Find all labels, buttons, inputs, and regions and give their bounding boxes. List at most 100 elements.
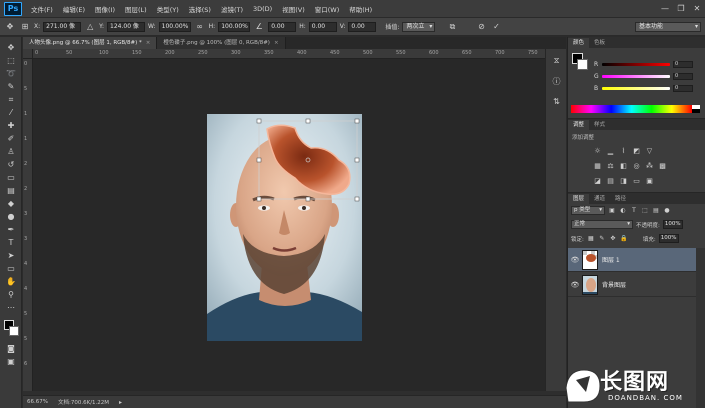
- shape-tool-icon[interactable]: ▭: [0, 262, 22, 275]
- layer-row[interactable]: 👁 图层 1: [568, 248, 696, 272]
- status-menu-icon[interactable]: ▸: [119, 399, 122, 406]
- close-tab-icon[interactable]: ×: [146, 40, 151, 46]
- width-field[interactable]: 100.00%: [158, 21, 191, 32]
- link-icon[interactable]: ∞: [194, 21, 206, 33]
- move-tool-icon[interactable]: ✥: [0, 41, 22, 54]
- warp-icon[interactable]: ⧉: [446, 21, 458, 33]
- levels-icon[interactable]: ▁: [605, 145, 616, 156]
- lock-all-icon[interactable]: 🔒: [620, 235, 628, 242]
- path-select-tool-icon[interactable]: ➤: [0, 249, 22, 262]
- more-tools-icon[interactable]: ⋯: [0, 301, 22, 314]
- tab-portrait[interactable]: 人物头像.png @ 66.7% (图层 1, RGB/8#) * ×: [23, 37, 158, 49]
- h-skew-field[interactable]: 0.00: [308, 21, 337, 32]
- visibility-eye-icon[interactable]: 👁: [568, 281, 582, 289]
- marquee-tool-icon[interactable]: ⬚: [0, 54, 22, 67]
- color-lookup-icon[interactable]: ▩: [657, 160, 668, 171]
- black-white-swatch[interactable]: [692, 105, 700, 113]
- y-field[interactable]: 124.00 像: [107, 21, 146, 32]
- curves-icon[interactable]: ⌇: [618, 145, 629, 156]
- quick-mask-icon[interactable]: ◙: [0, 342, 22, 355]
- layer-name[interactable]: 图层 1: [602, 255, 620, 264]
- hue-saturation-icon[interactable]: ▦: [592, 160, 603, 171]
- menu-view[interactable]: 视图(V): [277, 4, 310, 14]
- tab-paths[interactable]: 路径: [610, 194, 631, 204]
- lock-pixels-icon[interactable]: ✎: [598, 235, 606, 242]
- filter-type-icon[interactable]: T: [630, 206, 638, 215]
- lock-position-icon[interactable]: ✥: [609, 235, 617, 242]
- height-field[interactable]: 100.00%: [218, 21, 251, 32]
- minimize-button[interactable]: —: [657, 2, 673, 16]
- green-slider[interactable]: [602, 74, 670, 78]
- document-canvas[interactable]: [207, 114, 362, 341]
- tab-channels[interactable]: 通道: [589, 194, 610, 204]
- menu-window[interactable]: 窗口(W): [310, 4, 345, 14]
- menu-help[interactable]: 帮助(H): [344, 4, 377, 14]
- fill-field[interactable]: 100%: [658, 234, 679, 243]
- layer-name[interactable]: 背景图层: [602, 280, 626, 289]
- zoom-tool-icon[interactable]: ⚲: [0, 288, 22, 301]
- background-color-swatch[interactable]: [9, 326, 19, 336]
- color-spectrum[interactable]: [571, 105, 692, 113]
- properties-panel-icon[interactable]: ⇅: [546, 93, 567, 109]
- info-panel-icon[interactable]: ⓘ: [546, 73, 567, 89]
- cancel-transform-icon[interactable]: ⊘: [475, 21, 487, 33]
- red-value-field[interactable]: 0: [673, 60, 693, 68]
- blur-tool-icon[interactable]: ◆: [0, 197, 22, 210]
- dodge-tool-icon[interactable]: ●: [0, 210, 22, 223]
- filter-shape-icon[interactable]: ⬚: [641, 206, 649, 215]
- canvas-area[interactable]: [33, 59, 566, 391]
- close-tab-icon[interactable]: ×: [274, 40, 279, 46]
- pen-tool-icon[interactable]: ✒: [0, 223, 22, 236]
- interpolation-select[interactable]: 两次立: [402, 21, 436, 32]
- selective-color-icon[interactable]: ▣: [644, 175, 655, 186]
- eyedropper-tool-icon[interactable]: ⁄: [0, 106, 22, 119]
- gradient-tool-icon[interactable]: ▤: [0, 184, 22, 197]
- layer-row[interactable]: 👁 背景图层: [568, 273, 696, 297]
- menu-type[interactable]: 类型(Y): [152, 4, 184, 14]
- black-white-icon[interactable]: ◧: [618, 160, 629, 171]
- blue-slider[interactable]: [602, 86, 670, 90]
- workspace-select[interactable]: 基本功能: [635, 22, 701, 32]
- move-tool-preset-icon[interactable]: ✥: [4, 21, 16, 33]
- gradient-map-icon[interactable]: ▭: [631, 175, 642, 186]
- reference-point-icon[interactable]: ⊞: [19, 21, 31, 33]
- green-value-field[interactable]: 0: [673, 72, 693, 80]
- healing-brush-tool-icon[interactable]: ✚: [0, 119, 22, 132]
- background-color-swatch[interactable]: [577, 59, 588, 70]
- blend-mode-select[interactable]: 正常: [571, 220, 633, 229]
- quick-select-tool-icon[interactable]: ✎: [0, 80, 22, 93]
- filter-toggle-icon[interactable]: ●: [663, 206, 671, 215]
- hand-tool-icon[interactable]: ✋: [0, 275, 22, 288]
- tab-layers[interactable]: 图层: [568, 194, 590, 204]
- posterize-icon[interactable]: ▤: [605, 175, 616, 186]
- invert-icon[interactable]: ◪: [592, 175, 603, 186]
- photo-filter-icon[interactable]: ◎: [631, 160, 642, 171]
- tab-swatches[interactable]: 色板: [589, 38, 610, 48]
- menu-layer[interactable]: 图层(L): [120, 4, 152, 14]
- x-field[interactable]: 271.00 像: [43, 21, 82, 32]
- menu-image[interactable]: 图像(I): [90, 4, 120, 14]
- menu-edit[interactable]: 编辑(E): [58, 4, 90, 14]
- menu-select[interactable]: 选择(S): [184, 4, 216, 14]
- channel-mixer-icon[interactable]: ⁂: [644, 160, 655, 171]
- red-slider[interactable]: [602, 62, 670, 66]
- history-panel-icon[interactable]: ⧖: [546, 53, 567, 69]
- screen-mode-icon[interactable]: ▣: [0, 355, 22, 368]
- eraser-tool-icon[interactable]: ▭: [0, 171, 22, 184]
- color-balance-icon[interactable]: ⚖: [605, 160, 616, 171]
- history-brush-tool-icon[interactable]: ↺: [0, 158, 22, 171]
- color-swatches[interactable]: [0, 318, 22, 342]
- clone-stamp-tool-icon[interactable]: ♙: [0, 145, 22, 158]
- tab-color[interactable]: 颜色: [568, 38, 590, 48]
- restore-button[interactable]: ❐: [673, 2, 689, 16]
- threshold-icon[interactable]: ◨: [618, 175, 629, 186]
- tab-adjustments[interactable]: 调整: [568, 120, 590, 130]
- angle-field[interactable]: 0.00: [268, 21, 297, 32]
- commit-transform-icon[interactable]: ✓: [490, 21, 502, 33]
- exposure-icon[interactable]: ◩: [631, 145, 642, 156]
- visibility-eye-icon[interactable]: 👁: [568, 256, 582, 264]
- delta-icon[interactable]: △: [84, 21, 96, 33]
- menu-filter[interactable]: 滤镜(T): [216, 4, 248, 14]
- menu-3d[interactable]: 3D(D): [248, 5, 277, 13]
- filter-pixel-icon[interactable]: ▣: [608, 206, 616, 215]
